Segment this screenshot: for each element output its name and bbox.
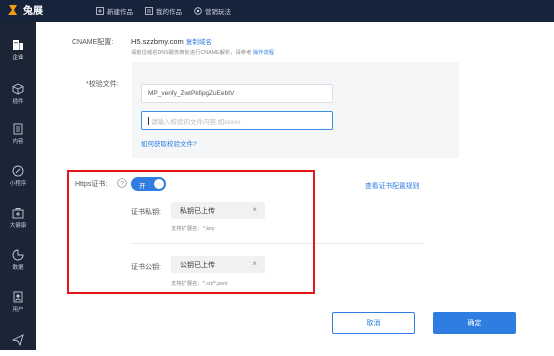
verify-filename-value: MP_verify_ZwtPkfipgZuEebtV	[148, 90, 235, 97]
verify-file-label: *校验文件:	[86, 81, 119, 88]
sidebar-item-label: 插件	[12, 99, 24, 105]
plus-square-icon	[96, 7, 104, 15]
confirm-button[interactable]: 确定	[433, 312, 516, 334]
settings-icon	[194, 7, 202, 15]
topnav-my-works[interactable]: 我的作品	[145, 6, 182, 16]
how-to-get-verify-file-link[interactable]: 如何获取校验文件?	[141, 138, 197, 148]
pie-chart-icon	[12, 249, 24, 261]
cname-value-row: H5.szzbmy.com 复制域名	[131, 36, 212, 46]
rabbit-logo-icon	[8, 4, 17, 15]
sidebar-item-enterprise[interactable]: 企业	[0, 34, 36, 66]
sidebar-item-content[interactable]: 内容	[0, 118, 36, 150]
sidebar-item-plugins[interactable]: 插件	[0, 78, 36, 110]
cname-value: H5.szzbmy.com	[131, 37, 184, 46]
medical-box-icon	[12, 208, 24, 219]
user-card-icon	[13, 291, 23, 303]
copy-domain-link[interactable]: 复制域名	[186, 39, 212, 46]
cancel-button[interactable]: 取消	[332, 312, 415, 334]
topnav-new-work-label: 新建作品	[107, 9, 133, 16]
top-bar: 兔展 新建作品 我的作品 营销玩法	[0, 0, 554, 22]
sidebar-item-label: 内容	[12, 139, 24, 145]
sidebar-item-label: 大健康	[9, 223, 27, 229]
cname-hint: 请前往域名DNS服务商处进行CNAME解析，请参考	[131, 50, 252, 56]
cname-hint-row: 请前往域名DNS服务商处进行CNAME解析，请参考 操作流程	[131, 48, 274, 56]
topnav-marketing[interactable]: 营销玩法	[194, 6, 231, 16]
sidebar-item-label: 数据	[12, 265, 24, 271]
sidebar-item-label: 小程序	[9, 181, 27, 187]
operation-flow-link[interactable]: 操作流程	[253, 50, 274, 56]
building-icon	[13, 40, 23, 50]
app-logo[interactable]: 兔展	[6, 2, 43, 17]
top-nav: 新建作品 我的作品 营销玩法	[96, 0, 231, 22]
topnav-marketing-label: 营销玩法	[205, 9, 231, 16]
app-logo-text: 兔展	[23, 6, 43, 17]
sidebar-item-label: 用户	[12, 307, 24, 313]
sidebar-item-miniprogram[interactable]: 小程序	[0, 160, 36, 192]
verify-content-placeholder: 请输入校验的文件内容,如xxxxx	[151, 118, 241, 126]
topnav-my-works-label: 我的作品	[156, 9, 182, 16]
folder-icon	[145, 7, 153, 15]
cname-label: CNAME配置:	[72, 39, 114, 46]
link-icon	[12, 165, 24, 177]
send-icon	[12, 334, 24, 346]
topnav-new-work[interactable]: 新建作品	[96, 6, 133, 16]
verify-content-input[interactable]: 请输入校验的文件内容,如xxxxx	[141, 111, 333, 130]
sidebar-item-data[interactable]: 数据	[0, 244, 36, 276]
document-icon	[13, 123, 23, 135]
sidebar-item-label: 企业	[12, 55, 24, 61]
text-caret	[148, 116, 149, 125]
verify-filename-field[interactable]: MP_verify_ZwtPkfipgZuEebtV	[141, 84, 333, 103]
sidebar-item-health[interactable]: 大健康	[0, 202, 36, 234]
view-cert-rules-link[interactable]: 查看证书配置规则	[365, 180, 419, 190]
sidebar-item-send[interactable]	[0, 324, 36, 356]
https-highlight-box	[67, 170, 315, 294]
cube-icon	[12, 83, 24, 95]
sidebar: 企业 插件 内容 小程序 大健康 数据 用户	[0, 22, 36, 350]
sidebar-item-users[interactable]: 用户	[0, 286, 36, 318]
